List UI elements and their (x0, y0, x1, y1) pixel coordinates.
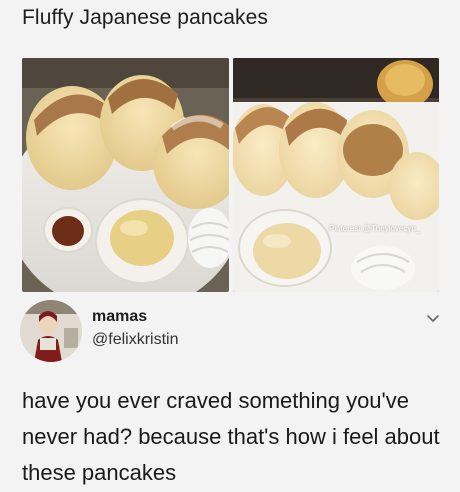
chevron-down-icon[interactable] (426, 312, 440, 326)
display-name[interactable]: mamas (92, 308, 147, 326)
pancake-photo-right[interactable]: Pinterest @Theylovecyn_ (233, 58, 439, 292)
photo-watermark: Pinterest @Theylovecyn_ (329, 224, 421, 233)
tweet-header: mamas @felixkristin (20, 300, 448, 362)
pancake-photo-left[interactable] (22, 58, 229, 292)
avatar[interactable] (20, 300, 82, 362)
post-title: Fluffy Japanese pancakes (22, 6, 269, 29)
tweet-text: have you ever craved something you've ne… (22, 388, 440, 485)
user-handle[interactable]: @felixkristin (92, 331, 178, 349)
